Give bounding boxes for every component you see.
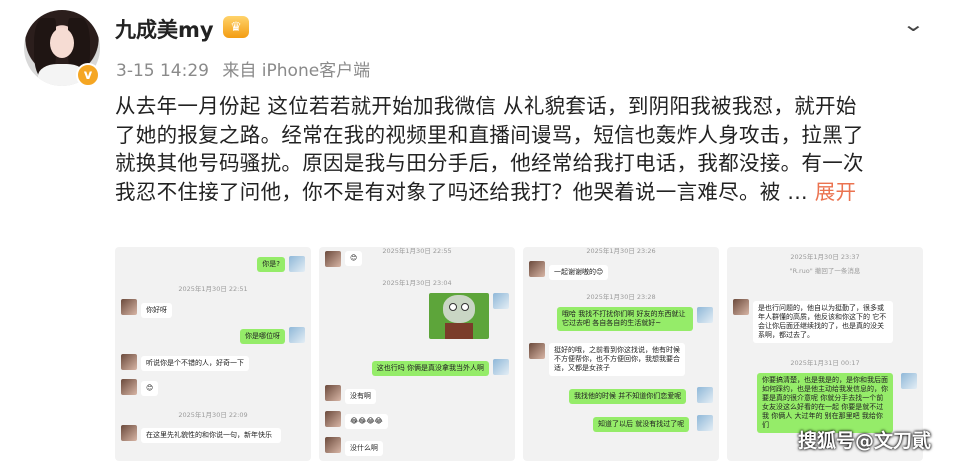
post-line: 我忍不住接了问他，你不是有对象了吗还给我打？他哭着说一言难尽。被 ... 展开 bbox=[115, 179, 857, 204]
chat-bubble: 没什么啊 bbox=[345, 441, 383, 456]
chat-timestamp: 2025年1月30日 23:37 bbox=[790, 253, 860, 261]
chat-avatar bbox=[325, 411, 341, 427]
zombie-sticker bbox=[429, 293, 489, 339]
chat-timestamp: 2025年1月30日 22:51 bbox=[178, 285, 248, 293]
chat-avatar bbox=[697, 307, 713, 323]
chat-avatar bbox=[529, 261, 545, 277]
post-line: 就换其他号码骚扰。原因是我与田分手后，他经常给我打电话，我都没接。有一次 bbox=[115, 151, 864, 175]
post-image-1[interactable]: 你是? 2025年1月30日 22:51 你好呀 你是哪位呀 听说你是个不错的人… bbox=[115, 247, 311, 461]
chat-bubble: 挺好的哦，之前看到你这找说，他有时候不方便帮你，也不方便回你，我想我要合适，又都… bbox=[549, 343, 685, 376]
chat-bubble: 😊 bbox=[141, 381, 159, 396]
chat-bubble: 没有啊 bbox=[345, 389, 376, 404]
chat-avatar bbox=[325, 437, 341, 453]
chevron-down-icon[interactable]: ⌄ bbox=[902, 12, 925, 36]
chat-avatar bbox=[121, 379, 137, 395]
chat-bubble: 你好呀 bbox=[141, 303, 172, 318]
chat-bubble: 你是? bbox=[257, 257, 285, 272]
verified-badge-icon: v bbox=[76, 63, 100, 87]
chat-bubble: 我找他的时候 并不知道你们恋爱呢 bbox=[569, 389, 687, 404]
chat-timestamp: 2025年1月30日 23:28 bbox=[586, 293, 656, 301]
watermark: 搜狐号@文刀貮 bbox=[798, 430, 932, 452]
chat-avatar bbox=[493, 359, 509, 375]
chat-bubble: 😊 bbox=[345, 251, 363, 266]
post-text: 从去年一月份起 这位若若就开始加我微信 从礼貌套话，到阴阳我被我怼，就开始 了她… bbox=[115, 92, 935, 206]
post-source: 来自 iPhone客户端 bbox=[222, 61, 371, 81]
recall-notice: "R.ruo" 撤回了一条消息 bbox=[789, 267, 861, 275]
chat-avatar bbox=[121, 425, 137, 441]
chat-avatar bbox=[325, 385, 341, 401]
chat-avatar bbox=[901, 373, 917, 389]
username[interactable]: 九成美my bbox=[115, 14, 214, 44]
chat-avatar bbox=[289, 256, 305, 272]
post-line: 从去年一月份起 这位若若就开始加我微信 从礼貌套话，到阴阳我被我怼，就开始 bbox=[115, 94, 857, 118]
chat-timestamp: 2025年1月31日 00:17 bbox=[790, 359, 860, 367]
post-image-2[interactable]: 2025年1月30日 22:55 😊 2025年1月30日 23:04 这也行吗… bbox=[319, 247, 515, 461]
post-image-3[interactable]: 2025年1月30日 23:26 一起谢谢嗷的😊 2025年1月30日 23:2… bbox=[523, 247, 719, 461]
chat-bubble: 听说你是个不错的人，好奇一下 bbox=[141, 356, 249, 371]
chat-timestamp: 2025年1月30日 23:04 bbox=[382, 279, 452, 287]
post-line: 了她的报复之路。经常在我的视频里和直播间谩骂，短信也轰炸人身攻击，拉黑了 bbox=[115, 122, 864, 147]
chat-avatar bbox=[493, 293, 509, 309]
chat-avatar bbox=[529, 343, 545, 359]
chat-avatar bbox=[697, 387, 713, 403]
chat-bubble: 一起谢谢嗷的😊 bbox=[549, 265, 609, 280]
chat-avatar bbox=[121, 299, 137, 315]
chat-timestamp: 2025年1月30日 23:26 bbox=[586, 247, 656, 255]
chat-bubble: 哦哈 我找不打扰你们啊 好友的东西就让它过去吧 各自各自的生活就好~ bbox=[557, 307, 693, 331]
chat-avatar bbox=[325, 251, 341, 267]
chat-bubble: 在这里先礼貌性的和你说一句，新年快乐 bbox=[141, 428, 281, 443]
chat-bubble: 知道了以后 就没有找过了呢 bbox=[593, 417, 690, 432]
chat-avatar bbox=[121, 354, 137, 370]
chat-bubble: 这也行吗 你俩是真没拿我当外人啊 bbox=[371, 361, 489, 376]
chat-timestamp: 2025年1月30日 22:09 bbox=[178, 411, 248, 419]
chat-bubble: 😂😂😂😂 bbox=[345, 414, 388, 429]
chat-bubble: 是也行问题的，他自以为挺勤了，很多或年人群懂的高质，他反该和你这下的 它不会让你… bbox=[753, 301, 893, 343]
expand-link[interactable]: 展开 bbox=[815, 180, 857, 204]
post-meta: 3-15 14:29 来自 iPhone客户端 bbox=[116, 56, 378, 81]
chat-avatar bbox=[697, 415, 713, 431]
chat-avatar bbox=[289, 327, 305, 343]
chat-bubble: 你是哪位呀 bbox=[240, 329, 285, 344]
chat-bubble: 你要搞清楚，也是我是的，是你和我后面如何踩约，也是他主动给我发信息的，你要是真的… bbox=[757, 373, 893, 433]
chat-avatar bbox=[733, 299, 749, 315]
crown-icon: ♛ bbox=[223, 16, 249, 38]
post-timestamp: 3-15 14:29 bbox=[116, 61, 209, 81]
